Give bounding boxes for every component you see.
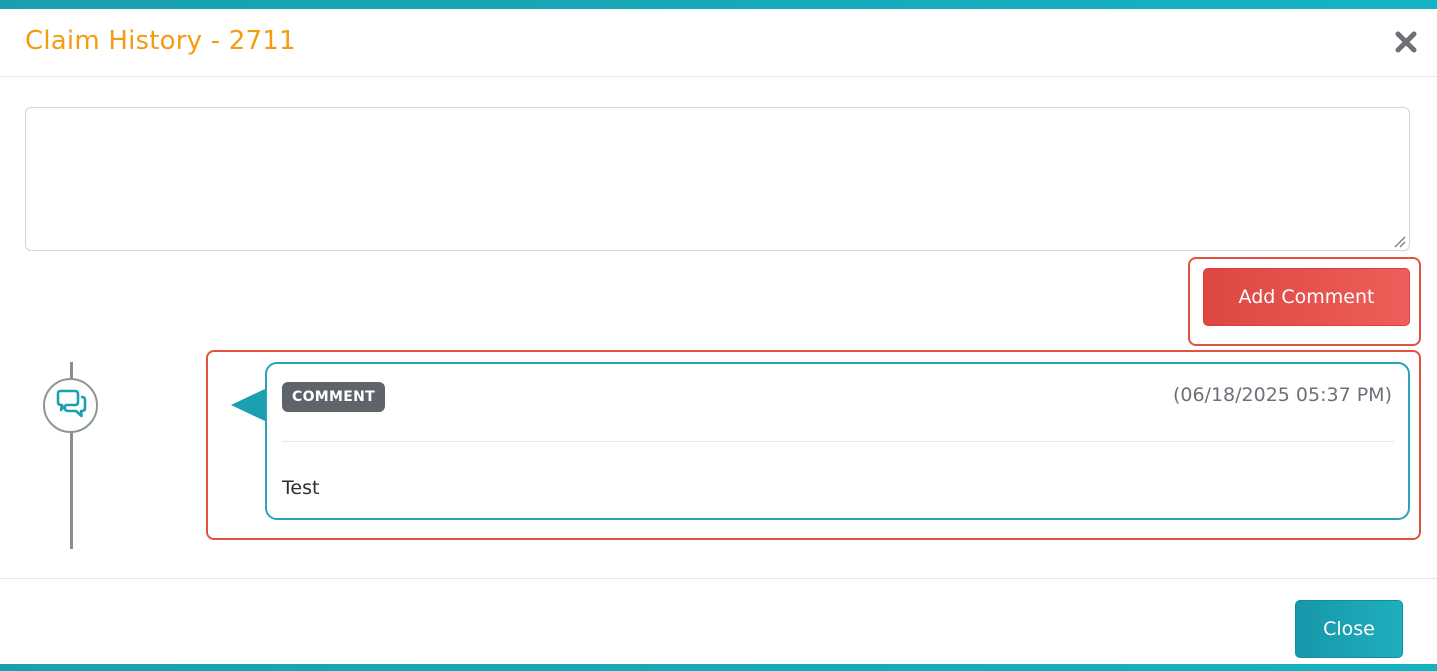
timeline-pointer-arrow xyxy=(231,388,267,422)
entry-comment-text: Test xyxy=(282,477,320,499)
comment-textarea[interactable] xyxy=(25,107,1410,251)
entry-type-badge: COMMENT xyxy=(282,382,385,412)
claim-history-modal: Claim History - 2711 Add Comment COMMENT… xyxy=(0,0,1437,671)
modal-top-accent-bar xyxy=(0,0,1437,9)
entry-divider xyxy=(282,441,1394,442)
add-comment-button[interactable]: Add Comment xyxy=(1203,268,1410,326)
modal-header: Claim History - 2711 xyxy=(0,9,1437,77)
entry-timestamp: (06/18/2025 05:37 PM) xyxy=(1172,384,1392,406)
close-icon[interactable] xyxy=(1393,29,1419,55)
modal-bottom-accent-bar xyxy=(0,664,1437,671)
modal-title: Claim History - 2711 xyxy=(25,26,296,56)
timeline-entry-marker xyxy=(43,378,98,433)
modal-footer-divider xyxy=(0,578,1437,579)
timeline-entry-card: COMMENT (06/18/2025 05:37 PM) Test xyxy=(265,362,1410,520)
close-button[interactable]: Close xyxy=(1295,600,1403,658)
comments-icon xyxy=(53,389,89,423)
